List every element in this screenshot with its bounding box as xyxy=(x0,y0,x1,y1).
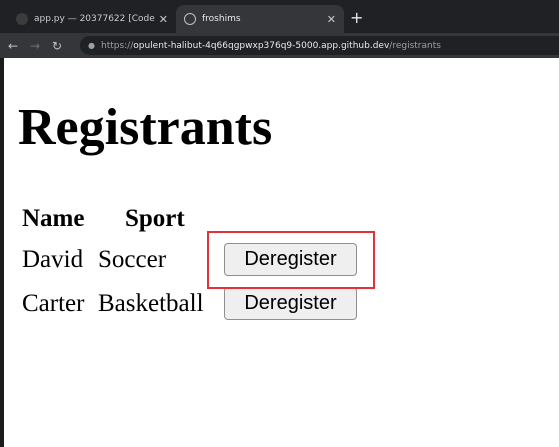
new-tab-icon[interactable]: + xyxy=(350,8,363,27)
window-edge xyxy=(0,58,4,447)
tab-title: froshims xyxy=(202,14,241,24)
tab-favicon-icon xyxy=(16,13,28,25)
browser-tab-app-py[interactable]: app.py — 20377622 [Codesp… ✕ xyxy=(8,5,176,33)
back-arrow-icon[interactable]: ← xyxy=(4,39,22,53)
browser-toolbar: ← → ↻ ● https:// opulent-halibut-4q66qgp… xyxy=(0,33,559,58)
url-scheme: https:// xyxy=(100,40,134,51)
close-icon[interactable]: ✕ xyxy=(327,13,336,26)
deregister-button[interactable]: Deregister xyxy=(224,287,357,320)
lock-icon: ● xyxy=(88,41,95,50)
column-header-name: Name xyxy=(22,205,85,232)
reload-icon[interactable]: ↻ xyxy=(48,39,66,53)
browser-tab-froshims[interactable]: froshims ✕ xyxy=(176,5,344,33)
globe-icon xyxy=(184,13,196,25)
registrant-sport: Basketball xyxy=(98,290,204,317)
registrant-name: David xyxy=(22,246,84,273)
forward-arrow-icon[interactable]: → xyxy=(26,39,44,53)
url-path: /registrants xyxy=(389,40,441,51)
page-title: Registrants xyxy=(18,99,273,156)
close-icon[interactable]: ✕ xyxy=(159,13,168,26)
highlight-box xyxy=(207,231,375,289)
registrant-name: Carter xyxy=(22,290,85,317)
tab-title: app.py — 20377622 [Codesp… xyxy=(34,14,155,24)
browser-tab-strip: app.py — 20377622 [Codesp… ✕ froshims ✕ … xyxy=(0,0,559,33)
column-header-sport: Sport xyxy=(125,205,185,232)
address-bar[interactable]: ● https:// opulent-halibut-4q66qgpwxp376… xyxy=(80,36,559,55)
url-host: opulent-halibut-4q66qgpwxp376q9-5000.app… xyxy=(133,40,390,51)
registrant-sport: Soccer xyxy=(98,246,167,273)
